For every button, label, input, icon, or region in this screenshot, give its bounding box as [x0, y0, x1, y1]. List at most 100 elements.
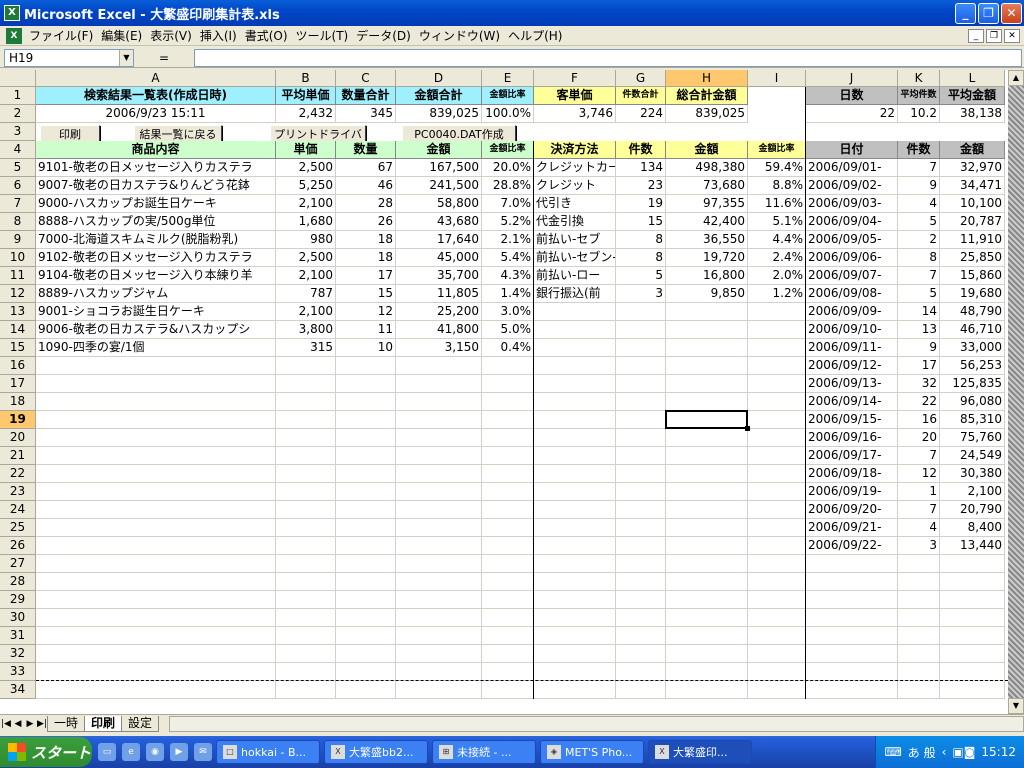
grid-cell[interactable] — [482, 519, 534, 537]
grid-cell[interactable] — [276, 393, 336, 411]
item-ratio[interactable]: 3.0% — [482, 303, 534, 321]
grid-cell[interactable] — [666, 465, 748, 483]
grid-cell[interactable] — [276, 573, 336, 591]
item-amount[interactable]: 241,500 — [396, 177, 482, 195]
grid-cell[interactable] — [276, 645, 336, 663]
date-amount[interactable]: 10,100 — [940, 195, 1005, 213]
tray-arrow-icon[interactable]: ‹ — [942, 745, 947, 759]
grid-cell[interactable] — [534, 501, 616, 519]
date-amount[interactable]: 125,835 — [940, 375, 1005, 393]
item-ratio[interactable]: 20.0% — [482, 159, 534, 177]
doc-restore-button[interactable]: ❐ — [986, 28, 1002, 43]
row-header-14[interactable]: 14 — [0, 321, 36, 339]
grid-cell[interactable] — [534, 411, 616, 429]
grid-cell[interactable] — [396, 573, 482, 591]
restore-button[interactable]: ❐ — [978, 2, 999, 24]
grid-cell[interactable] — [748, 681, 806, 699]
grid-cell[interactable] — [534, 393, 616, 411]
row-header-24[interactable]: 24 — [0, 501, 36, 519]
doc-minimize-button[interactable]: _ — [968, 28, 984, 43]
grid-cell[interactable] — [616, 645, 666, 663]
date-count[interactable]: 17 — [898, 357, 940, 375]
grid-cell[interactable] — [534, 627, 616, 645]
row-header-8[interactable]: 8 — [0, 213, 36, 231]
column-header-l[interactable]: L — [940, 70, 1005, 87]
task-daihanjo-print[interactable]: X 大繁盛印... — [648, 740, 752, 764]
grid-cell[interactable] — [666, 339, 748, 357]
grid-cell[interactable] — [616, 573, 666, 591]
payment-count[interactable]: 8 — [616, 231, 666, 249]
date-count[interactable]: 1 — [898, 483, 940, 501]
payment-method[interactable]: 前払い-セブン- — [534, 249, 616, 267]
grid-cell[interactable] — [396, 519, 482, 537]
date-value[interactable]: 2006/09/10- — [806, 321, 898, 339]
column-header-f[interactable]: F — [534, 70, 616, 87]
grid-cell[interactable] — [666, 357, 748, 375]
item-name[interactable]: 9007-敬老の日カステラ&りんどう花鉢 — [36, 177, 276, 195]
payment-count[interactable]: 134 — [616, 159, 666, 177]
grid-cell[interactable] — [396, 429, 482, 447]
grid-cell[interactable] — [482, 447, 534, 465]
grid-cell[interactable] — [666, 393, 748, 411]
date-value[interactable]: 2006/09/06- — [806, 249, 898, 267]
grid-cell[interactable] — [666, 321, 748, 339]
created-datetime[interactable]: 2006/9/23 15:11 — [36, 105, 276, 123]
grid-cell[interactable] — [276, 447, 336, 465]
date-value[interactable]: 2006/09/01- — [806, 159, 898, 177]
tray-icons[interactable]: ▣◙ — [952, 745, 975, 759]
grid-cell[interactable] — [748, 375, 806, 393]
grid-cell[interactable] — [748, 609, 806, 627]
item-amount[interactable]: 58,800 — [396, 195, 482, 213]
avg-amount-value[interactable]: 38,138 — [940, 105, 1005, 123]
date-count[interactable]: 9 — [898, 177, 940, 195]
date-amount[interactable]: 48,790 — [940, 303, 1005, 321]
item-ratio[interactable]: 5.2% — [482, 213, 534, 231]
avg-count-value[interactable]: 10.2 — [898, 105, 940, 123]
grid-cell[interactable] — [482, 375, 534, 393]
desktop-icon[interactable]: ▭ — [98, 743, 116, 761]
grid-cell[interactable] — [748, 411, 806, 429]
payment-method[interactable]: 前払い-ロー — [534, 267, 616, 285]
count-total-value[interactable]: 224 — [616, 105, 666, 123]
payment-count[interactable]: 19 — [616, 195, 666, 213]
grid-cell[interactable] — [806, 627, 898, 645]
grid-cell[interactable] — [396, 663, 482, 681]
menu-help[interactable]: ヘルプ(H) — [504, 27, 566, 44]
grid-cell[interactable] — [482, 627, 534, 645]
payment-ratio[interactable]: 8.8% — [748, 177, 806, 195]
grid-cell[interactable] — [36, 627, 276, 645]
item-quantity[interactable]: 28 — [336, 195, 396, 213]
column-header-g[interactable]: G — [616, 70, 666, 87]
grid-cell[interactable] — [666, 663, 748, 681]
grid-cell[interactable] — [336, 591, 396, 609]
minimize-button[interactable]: _ — [955, 2, 976, 24]
grid-cell[interactable] — [336, 663, 396, 681]
grid-cell[interactable] — [36, 573, 276, 591]
row-header-30[interactable]: 30 — [0, 609, 36, 627]
grid-cell[interactable] — [616, 321, 666, 339]
grid-cell[interactable] — [482, 609, 534, 627]
grid-cell[interactable] — [940, 663, 1005, 681]
row-header-21[interactable]: 21 — [0, 447, 36, 465]
grid-cell[interactable] — [534, 321, 616, 339]
date-value[interactable]: 2006/09/15- — [806, 411, 898, 429]
task-hokkai[interactable]: □ hokkai - B... — [216, 740, 320, 764]
grid-cell[interactable] — [666, 591, 748, 609]
grid-cell[interactable] — [336, 429, 396, 447]
grid-cell[interactable] — [898, 645, 940, 663]
payment-count[interactable]: 23 — [616, 177, 666, 195]
payment-ratio[interactable]: 5.1% — [748, 213, 806, 231]
payment-amount[interactable]: 16,800 — [666, 267, 748, 285]
grid-cell[interactable] — [482, 411, 534, 429]
grid-cell[interactable] — [616, 393, 666, 411]
item-name[interactable]: 9101-敬老の日メッセージ入りカステラ — [36, 159, 276, 177]
row-header-28[interactable]: 28 — [0, 573, 36, 591]
payment-ratio[interactable]: 1.2% — [748, 285, 806, 303]
date-count[interactable]: 20 — [898, 429, 940, 447]
payment-ratio[interactable]: 11.6% — [748, 195, 806, 213]
grid-cell[interactable] — [482, 393, 534, 411]
item-quantity[interactable]: 11 — [336, 321, 396, 339]
close-button[interactable]: ✕ — [1001, 2, 1022, 24]
grid-cell[interactable] — [666, 573, 748, 591]
date-value[interactable]: 2006/09/21- — [806, 519, 898, 537]
